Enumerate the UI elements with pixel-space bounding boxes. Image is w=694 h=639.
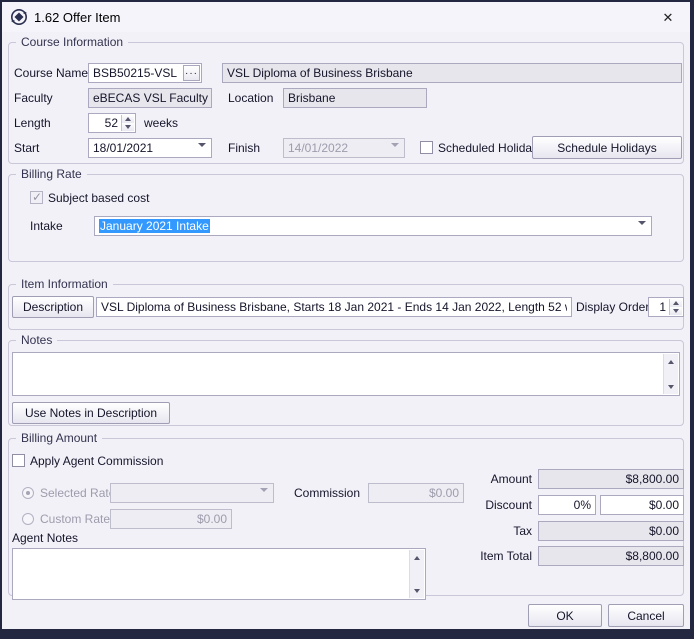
intake-value: January 2021 Intake	[99, 219, 210, 233]
course-title-field: VSL Diploma of Business Brisbane	[222, 63, 682, 83]
notes-textarea[interactable]	[12, 352, 680, 396]
display-order-label: Display Order	[576, 297, 649, 317]
description-input[interactable]: VSL Diploma of Business Brisbane, Starts…	[96, 297, 572, 317]
course-name-value: BSB50215-VSL	[93, 66, 197, 80]
custom-rate-field: $0.00	[110, 509, 232, 529]
length-spinner[interactable]: 52	[88, 113, 136, 133]
scroll-up-icon[interactable]	[410, 551, 424, 564]
scroll-down-icon[interactable]	[664, 380, 678, 393]
location-field: Brisbane	[283, 88, 427, 108]
scheduled-holidays-checkbox[interactable]	[420, 141, 433, 154]
commission-label: Commission	[294, 483, 360, 503]
length-value: 52	[105, 116, 118, 130]
course-information-group-label: Course Information	[16, 35, 128, 49]
cancel-button[interactable]: Cancel	[608, 604, 684, 627]
tax-value: $0.00	[649, 524, 679, 538]
amount-field: $8,800.00	[538, 469, 684, 489]
course-name-input[interactable]: BSB50215-VSL ···	[88, 63, 202, 83]
app-logo-icon	[10, 8, 28, 26]
window-title: 1.62 Offer Item	[34, 10, 120, 25]
item-total-field: $8,800.00	[538, 546, 684, 566]
start-dropdown-arrow-icon[interactable]	[198, 147, 206, 158]
location-label: Location	[228, 88, 273, 108]
intake-label: Intake	[30, 216, 63, 236]
finish-date-value: 14/01/2022	[288, 141, 400, 155]
apply-agent-commission-checkbox[interactable]	[12, 454, 25, 467]
discount-percent-value: 0%	[574, 498, 591, 512]
notes-scrollbar[interactable]	[663, 354, 678, 394]
tax-label: Tax	[442, 521, 532, 541]
discount-amount-value: $0.00	[649, 498, 679, 512]
finish-date-picker: 14/01/2022	[283, 138, 405, 158]
selected-rate-dropdown-arrow-icon	[260, 492, 268, 503]
agent-notes-scrollbar[interactable]	[409, 550, 424, 598]
amount-label: Amount	[442, 469, 532, 489]
subject-based-cost-label: Subject based cost	[48, 188, 149, 208]
display-order-spinner[interactable]: 1	[648, 297, 684, 317]
amount-value: $8,800.00	[626, 472, 679, 486]
notes-group-label: Notes	[16, 333, 57, 347]
custom-rate-label: Custom Rate	[40, 509, 110, 529]
tax-field: $0.00	[538, 521, 684, 541]
finish-label: Finish	[228, 138, 260, 158]
faculty-label: Faculty	[14, 88, 53, 108]
display-order-spin-buttons[interactable]	[669, 299, 682, 315]
location-value: Brisbane	[288, 91, 335, 105]
start-date-picker[interactable]: 18/01/2021	[88, 138, 212, 158]
discount-amount-input[interactable]: $0.00	[600, 495, 684, 515]
faculty-value: eBECAS VSL Faculty	[93, 91, 208, 105]
billing-rate-group-label: Billing Rate	[16, 167, 87, 181]
course-name-browse-button[interactable]: ···	[183, 65, 200, 81]
intake-combobox[interactable]: January 2021 Intake	[94, 216, 652, 236]
length-spin-buttons[interactable]	[121, 115, 134, 131]
scroll-up-icon[interactable]	[664, 355, 678, 368]
apply-agent-commission-label: Apply Agent Commission	[30, 451, 163, 471]
selected-rate-combobox	[110, 483, 274, 503]
finish-dropdown-arrow-icon	[391, 147, 399, 158]
spin-up-icon[interactable]	[122, 115, 134, 123]
use-notes-in-description-button[interactable]: Use Notes in Description	[12, 402, 170, 424]
agent-notes-label: Agent Notes	[12, 528, 78, 548]
item-information-group-label: Item Information	[16, 277, 113, 291]
agent-notes-textarea[interactable]	[12, 548, 426, 600]
ok-button[interactable]: OK	[528, 604, 602, 627]
length-unit-label: weeks	[144, 113, 178, 133]
display-order-value: 1	[659, 300, 666, 314]
course-title-value: VSL Diploma of Business Brisbane	[227, 66, 413, 80]
spin-down-icon[interactable]	[122, 123, 134, 131]
item-total-label: Item Total	[442, 546, 532, 566]
scroll-down-icon[interactable]	[410, 584, 424, 597]
spin-down-icon[interactable]	[670, 307, 682, 315]
discount-label: Discount	[442, 495, 532, 515]
billing-amount-group-label: Billing Amount	[16, 431, 102, 445]
item-total-value: $8,800.00	[626, 549, 679, 563]
subject-based-cost-checkbox	[30, 191, 43, 204]
title-bar: 1.62 Offer Item ✕	[2, 2, 690, 32]
description-button[interactable]: Description	[12, 296, 94, 318]
schedule-holidays-button[interactable]: Schedule Holidays	[532, 136, 682, 159]
length-label: Length	[14, 113, 51, 133]
close-button[interactable]: ✕	[658, 8, 678, 28]
description-value: VSL Diploma of Business Brisbane, Starts…	[101, 300, 567, 314]
offer-item-dialog: 1.62 Offer Item ✕ Course Information Cou…	[2, 2, 690, 629]
custom-rate-value: $0.00	[197, 512, 227, 526]
scheduled-holidays-label: Scheduled Holidays	[438, 138, 544, 158]
course-name-label: Course Name	[14, 63, 88, 83]
selected-rate-label: Selected Rate	[40, 483, 115, 503]
selected-rate-radio	[22, 487, 34, 499]
window-frame: 1.62 Offer Item ✕ Course Information Cou…	[0, 0, 694, 639]
start-date-value: 18/01/2021	[93, 141, 207, 155]
faculty-field: eBECAS VSL Faculty	[88, 88, 212, 108]
custom-rate-radio	[22, 513, 34, 525]
start-label: Start	[14, 138, 39, 158]
spin-up-icon[interactable]	[670, 299, 682, 307]
discount-percent-input[interactable]: 0%	[538, 495, 596, 515]
intake-dropdown-arrow-icon[interactable]	[638, 225, 646, 236]
